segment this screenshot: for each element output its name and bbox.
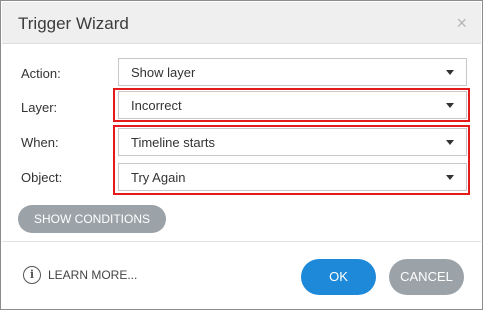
- action-label: Action:: [21, 66, 61, 81]
- layer-select-value: Incorrect: [131, 98, 182, 113]
- when-select[interactable]: Timeline starts: [118, 128, 467, 156]
- chevron-down-icon: [446, 103, 454, 108]
- chevron-down-icon: [446, 140, 454, 145]
- chevron-down-icon: [446, 175, 454, 180]
- when-label: When:: [21, 135, 59, 150]
- object-select[interactable]: Try Again: [118, 163, 467, 191]
- ok-button[interactable]: OK: [301, 259, 376, 295]
- title-bar: Trigger Wizard ×: [2, 2, 481, 44]
- dialog-title: Trigger Wizard: [18, 14, 129, 33]
- close-icon[interactable]: ×: [456, 14, 467, 32]
- footer-divider: [2, 241, 481, 242]
- object-label: Object:: [21, 170, 63, 185]
- info-icon: i: [23, 266, 41, 284]
- layer-label: Layer:: [21, 100, 58, 115]
- when-select-value: Timeline starts: [131, 135, 216, 150]
- trigger-wizard-dialog: Trigger Wizard × Action: Show layer Laye…: [0, 0, 483, 310]
- layer-select[interactable]: Incorrect: [118, 91, 467, 119]
- action-select[interactable]: Show layer: [118, 58, 467, 86]
- cancel-button[interactable]: CANCEL: [389, 259, 464, 295]
- learn-more-label: LEARN MORE...: [48, 268, 138, 282]
- action-select-value: Show layer: [131, 65, 196, 80]
- chevron-down-icon: [446, 70, 454, 75]
- show-conditions-button[interactable]: SHOW CONDITIONS: [18, 205, 166, 233]
- object-select-value: Try Again: [131, 170, 186, 185]
